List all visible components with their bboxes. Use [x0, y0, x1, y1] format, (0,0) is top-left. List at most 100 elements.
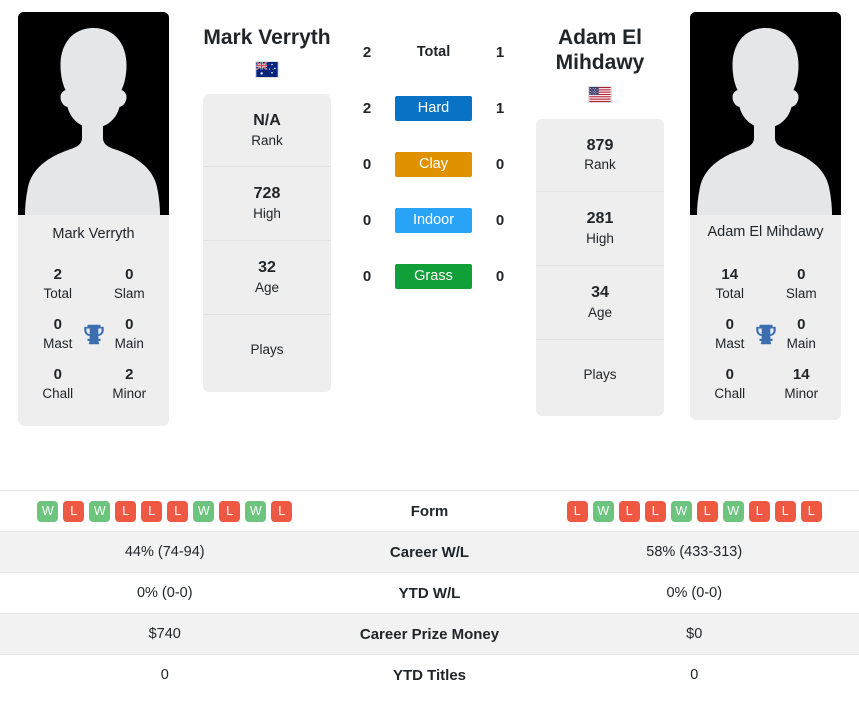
player-right-photo-caption: Adam El Mihdawy [707, 224, 824, 240]
surface-left-score: 2 [362, 99, 372, 117]
trophy-icon [753, 321, 779, 347]
surface-comparison: 2 Total 1 2 Hard 1 0 Clay 0 0 Indoor 0 0 [331, 12, 536, 304]
honour-cell: 0 Chall [694, 365, 766, 403]
player-left-name: Mark Verryth [203, 26, 331, 49]
surface-row-clay: 0 Clay 0 [331, 136, 536, 192]
form-badge-loss: L [644, 500, 666, 522]
form-badge-win: W [592, 500, 614, 522]
comparison-stats-table: WLWLLLWLWL Form LWLLWLWLLL 44% (74-94) C… [0, 490, 859, 695]
player-left-photo-caption: Mark Verryth [52, 226, 135, 242]
table-cell-left: 0 [160, 667, 169, 683]
form-badge-win: W [193, 500, 215, 522]
form-badge-loss: L [774, 500, 796, 522]
honour-row: 0 Chall 14 Minor [694, 361, 837, 411]
player-right-photo [690, 12, 841, 215]
honour-value: 0 [797, 266, 806, 283]
form-badge-win: W [722, 500, 744, 522]
table-cell-right: 58% (433-313) [646, 544, 743, 560]
form-badge-loss: L [696, 500, 718, 522]
honour-label: Chall [714, 385, 746, 401]
stat-value: N/A [253, 111, 281, 129]
honour-cell: 0 Chall [22, 365, 94, 403]
stat-high: 281 High [536, 192, 664, 266]
stat-value: 728 [253, 185, 281, 203]
form-badge-loss: L [115, 500, 137, 522]
table-cell-right: $0 [686, 626, 703, 642]
honour-cell: 0 Slam [94, 265, 166, 303]
honour-cell: 14 Minor [766, 365, 838, 403]
table-row-career-prize-money: $740 Career Prize Money $0 [0, 613, 859, 654]
honour-label: Minor [784, 385, 819, 401]
trophy-icon-svg [83, 324, 104, 344]
stat-value: 32 [258, 259, 276, 277]
form-badge-loss: L [271, 500, 293, 522]
form-badge-win: W [37, 500, 59, 522]
form-badges-left: WLWLLLWLWL [0, 500, 330, 522]
surface-left-score: 0 [362, 155, 372, 173]
player-right-heading: Adam El Mihdawy [536, 12, 664, 103]
surface-label-total: Total [416, 43, 451, 60]
form-badge-loss: L [219, 500, 241, 522]
table-row-label: Career W/L [389, 543, 470, 561]
surface-row-total: 2 Total 1 [331, 24, 536, 80]
surface-left-score: 0 [362, 267, 372, 285]
player-left-stats-column: Mark Verryth N/A Rank 728 High 32 Age Pl… [203, 12, 331, 392]
honour-row: 14 Total 0 Slam [694, 261, 837, 311]
form-badge-loss: L [141, 500, 163, 522]
stat-label: Age [587, 304, 613, 320]
table-cell-right: 0 [690, 667, 699, 683]
stat-high: 728 High [203, 167, 331, 242]
australia-flag-icon [255, 60, 279, 78]
stat-value: 34 [591, 283, 609, 301]
player-right-stat-card: 879 Rank 281 High 34 Age Plays [536, 118, 664, 417]
player-left-heading: Mark Verryth [203, 12, 331, 78]
stat-plays: Plays [203, 315, 331, 392]
player-left-card: Mark Verryth 2 Total 0 Slam 0 Mast 0 Mai… [18, 12, 169, 427]
honour-label: Minor [112, 385, 147, 401]
avatar-silhouette-icon [18, 12, 169, 215]
player-right-card: Adam El Mihdawy 14 Total 0 Slam 0 Mast 0… [690, 12, 841, 421]
table-row-career-wl: 44% (74-94) Career W/L 58% (433-313) [0, 531, 859, 572]
surface-right-score: 0 [495, 267, 505, 285]
stat-label: High [253, 206, 281, 222]
stat-label: Plays [583, 366, 617, 382]
stat-value: 879 [586, 136, 614, 154]
honour-value: 2 [125, 365, 134, 383]
form-badge-loss: L [167, 500, 189, 522]
form-badge-loss: L [748, 500, 770, 522]
surface-badge-clay: Clay [395, 151, 472, 177]
surface-badge-indoor: Indoor [395, 207, 472, 233]
form-badge-win: W [245, 500, 267, 522]
table-row-label: Form [410, 502, 449, 520]
honour-value: 2 [53, 266, 62, 283]
form-badge-win: W [670, 500, 692, 522]
honour-value: 0 [725, 365, 734, 383]
honour-cell: 14 Total [694, 265, 766, 303]
surface-left-score: 2 [362, 43, 372, 61]
form-badge-loss: L [800, 500, 822, 522]
honour-cell: 2 Minor [94, 365, 166, 403]
stat-plays: Plays [536, 340, 664, 417]
honour-label: Slam [113, 286, 145, 302]
table-row-label: YTD Titles [392, 666, 467, 684]
stat-label: Rank [251, 132, 283, 148]
trophy-icon [81, 321, 107, 347]
honour-value: 14 [792, 365, 810, 383]
honour-label: Total [715, 286, 745, 302]
surface-right-score: 1 [495, 43, 505, 61]
honour-cell: 0 Slam [766, 265, 838, 303]
honour-row: 2 Total 0 Slam [22, 261, 165, 311]
player-right-name: Adam El Mihdawy [555, 26, 645, 74]
player-left-photo [18, 12, 169, 215]
form-badge-loss: L [63, 500, 85, 522]
form-badges-right: LWLLWLWLLL [530, 500, 859, 522]
comparison-header: Mark Verryth 2 Total 0 Slam 0 Mast 0 Mai… [0, 0, 859, 490]
table-row-form: WLWLLLWLWL Form LWLLWLWLLL [0, 490, 859, 531]
stat-label: Age [254, 279, 280, 295]
table-cell-left: $740 [148, 626, 181, 642]
honour-cell: 2 Total [22, 265, 94, 303]
stat-value: 281 [586, 210, 614, 228]
stat-age: 32 Age [203, 241, 331, 315]
stat-label: Plays [250, 341, 284, 357]
player-left-honours: 2 Total 0 Slam 0 Mast 0 Main 0 Chall 2 M… [18, 259, 169, 426]
